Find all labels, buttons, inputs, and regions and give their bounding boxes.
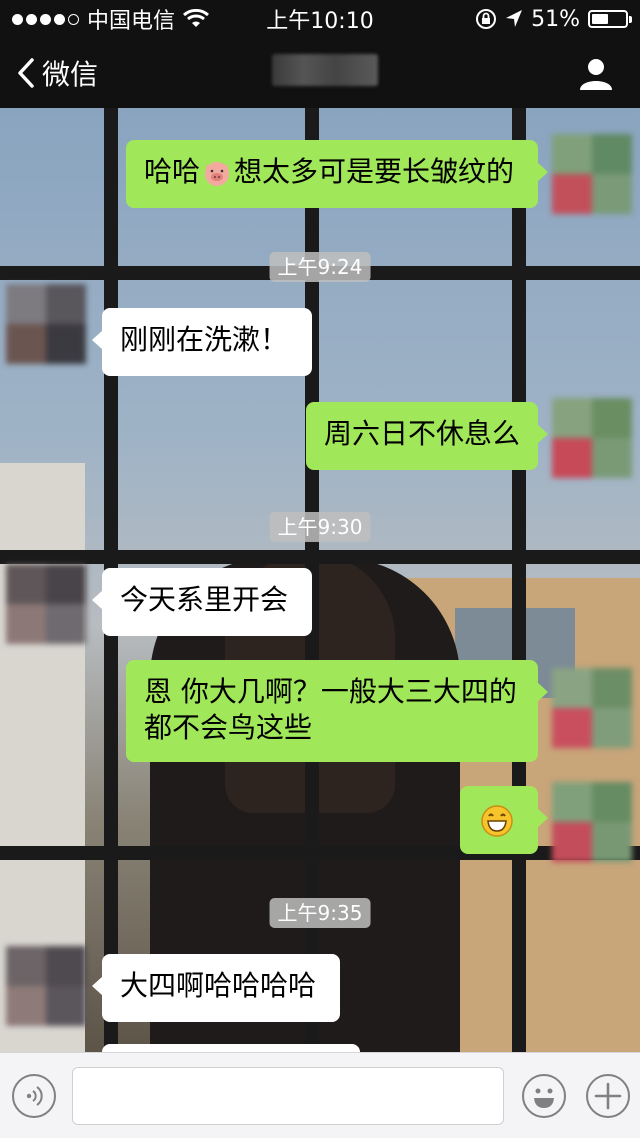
- avatar-self[interactable]: [552, 134, 632, 214]
- window-frame: [0, 550, 640, 564]
- message-text-line: 恩 你大几啊？一般大三大四的: [144, 675, 517, 708]
- input-bar: [0, 1052, 640, 1138]
- status-bar: 中国电信 上午10:10 51%: [0, 0, 640, 38]
- grinning-face-icon: [481, 805, 513, 837]
- status-right: 51%: [475, 6, 632, 32]
- timestamp: 上午9:30: [269, 512, 371, 542]
- signal-dots-icon: [12, 13, 79, 25]
- window-frame: [512, 108, 526, 1052]
- battery-percent: 51%: [531, 6, 580, 32]
- avatar-self[interactable]: [552, 668, 632, 748]
- voice-icon: [26, 1086, 43, 1106]
- message-text: 哈哈: [144, 155, 201, 188]
- status-left: 中国电信: [12, 3, 210, 35]
- avatar-self[interactable]: [552, 782, 632, 862]
- location-icon: [506, 10, 523, 27]
- message-text: 想太多可是要长皱纹的: [234, 155, 515, 188]
- battery-icon: [588, 10, 632, 28]
- back-button[interactable]: 微信: [0, 38, 98, 108]
- pig-face-icon: [205, 162, 230, 186]
- message-bubble-outgoing[interactable]: [460, 786, 548, 854]
- message-bubble-outgoing[interactable]: 哈哈 想太多可是要长皱纹的: [126, 140, 548, 208]
- message-bubble-incoming[interactable]: 刚刚在洗漱！: [92, 308, 312, 376]
- avatar-contact[interactable]: [6, 946, 86, 1026]
- window-frame: [0, 846, 640, 860]
- message-bubble-incoming[interactable]: 大四啊哈哈哈哈: [92, 954, 340, 1022]
- wifi-icon: [183, 9, 210, 27]
- message-bubble-incoming-partial[interactable]: [102, 1044, 360, 1052]
- carrier-label: 中国电信: [87, 9, 176, 34]
- person-icon[interactable]: [576, 54, 616, 94]
- voice-button[interactable]: [12, 1074, 56, 1118]
- battery-fill: [592, 14, 609, 24]
- orientation-lock-icon: [476, 9, 497, 29]
- plus-icon: [594, 1082, 622, 1110]
- timestamp: 上午9:35: [269, 898, 371, 928]
- nav-bar: 微信: [0, 38, 640, 108]
- timestamp: 上午9:24: [269, 252, 371, 282]
- smiley-icon: [534, 1088, 554, 1108]
- message-bubble-outgoing[interactable]: 恩 你大几啊？一般大三大四的 都不会鸟这些: [126, 660, 548, 762]
- avatar-contact[interactable]: [6, 284, 86, 364]
- back-label: 微信: [42, 58, 99, 91]
- chat-area[interactable]: 哈哈 想太多可是要长皱纹的 上午9:24 刚刚在洗漱！ 周六日不休息么 上午9:…: [0, 108, 640, 1052]
- message-input[interactable]: [72, 1067, 504, 1125]
- chat-title-blurred: [272, 54, 378, 86]
- message-text-line: 都不会鸟这些: [144, 711, 313, 744]
- message-bubble-outgoing[interactable]: 周六日不休息么: [306, 402, 548, 470]
- avatar-self[interactable]: [552, 398, 632, 478]
- message-bubble-incoming[interactable]: 今天系里开会: [92, 568, 312, 636]
- emoji-button[interactable]: [522, 1074, 566, 1118]
- avatar-contact[interactable]: [6, 564, 86, 644]
- chevron-left-icon: [18, 58, 34, 88]
- more-button[interactable]: [586, 1074, 630, 1118]
